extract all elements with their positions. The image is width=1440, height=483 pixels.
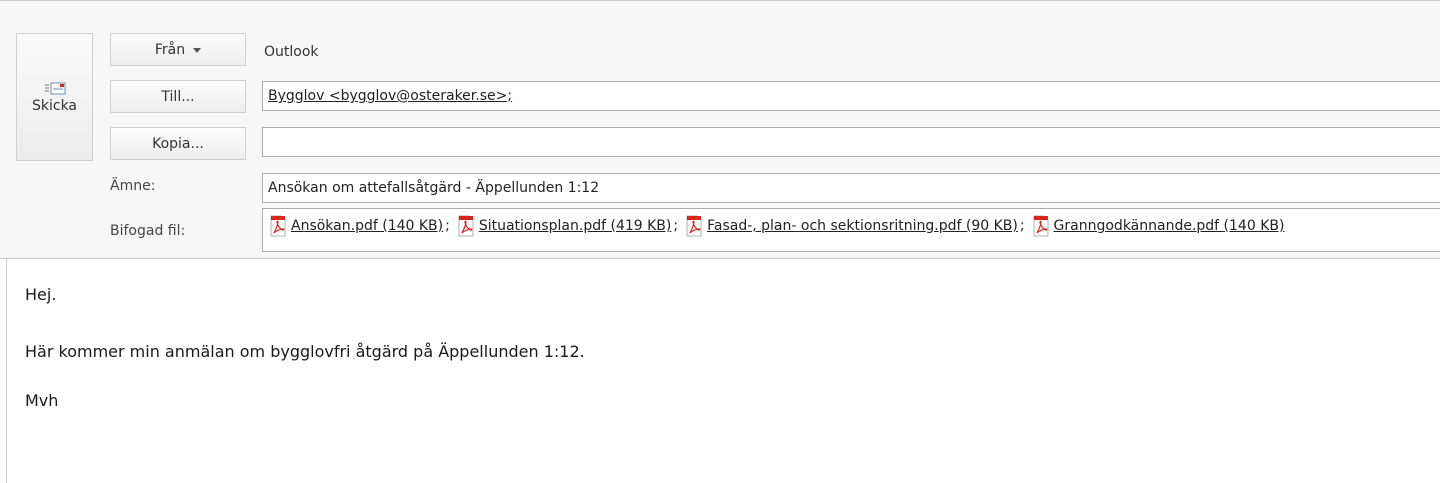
send-button[interactable]: Skicka — [16, 33, 93, 161]
body-line-greeting: Hej. — [25, 285, 57, 304]
cc-field[interactable] — [262, 127, 1440, 157]
attachment-name: Fasad-, plan- och sektionsritning.pdf (9… — [707, 218, 1018, 234]
attachment-separator: ; — [1019, 218, 1025, 234]
cc-button[interactable]: Kopia... — [110, 127, 246, 160]
send-button-label: Skicka — [31, 98, 78, 114]
attachment-item[interactable]: Granngodkännande.pdf (140 KB) — [1032, 215, 1285, 237]
to-field[interactable]: Bygglov <bygglov@osteraker.se>; — [262, 81, 1440, 111]
attachments-label: Bifogad fil: — [110, 223, 186, 239]
message-body[interactable]: Hej. Här kommer min anmälan om bygglovfr… — [0, 258, 1440, 483]
body-divider — [6, 259, 7, 483]
subject-label: Ämne: — [110, 178, 156, 194]
chevron-down-icon — [193, 48, 202, 53]
attachment-name: Ansökan.pdf (140 KB) — [291, 218, 444, 234]
attachment-name: Granngodkännande.pdf (140 KB) — [1053, 218, 1285, 234]
message-header: Skicka Från Outlook Till... Bygglov <byg… — [0, 0, 1440, 259]
subject-value: Ansökan om attefallsåtgärd - Äppellunden… — [268, 180, 600, 196]
pdf-icon — [1033, 215, 1049, 237]
to-button-label: Till... — [161, 88, 195, 105]
attachments-field: Ansökan.pdf (140 KB) ; Situationsplan.pd… — [262, 208, 1440, 252]
send-mail-icon — [44, 82, 65, 95]
attachment-name: Situationsplan.pdf (419 KB) — [478, 218, 672, 234]
pdf-icon — [458, 215, 474, 237]
body-line-message: Här kommer min anmälan om bygglovfri åtg… — [25, 342, 585, 361]
to-button[interactable]: Till... — [110, 80, 246, 113]
cc-button-label: Kopia... — [152, 135, 204, 152]
body-line-signoff: Mvh — [25, 391, 59, 410]
attachment-separator: ; — [445, 218, 450, 234]
attachment-list: Ansökan.pdf (140 KB) ; Situationsplan.pd… — [269, 215, 1284, 237]
pdf-icon — [270, 215, 286, 237]
attachment-separator: ; — [673, 218, 679, 234]
to-recipient[interactable]: Bygglov <bygglov@osteraker.se>; — [268, 88, 512, 104]
from-button[interactable]: Från — [110, 33, 246, 66]
attachment-item[interactable]: Situationsplan.pdf (419 KB) — [457, 215, 672, 237]
attachment-item[interactable]: Ansökan.pdf (140 KB) — [269, 215, 443, 237]
subject-field[interactable]: Ansökan om attefallsåtgärd - Äppellunden… — [262, 173, 1440, 203]
from-value: Outlook — [264, 44, 319, 60]
pdf-icon — [686, 215, 702, 237]
attachment-item[interactable]: Fasad-, plan- och sektionsritning.pdf (9… — [685, 215, 1018, 237]
from-button-label: Från — [154, 41, 186, 58]
